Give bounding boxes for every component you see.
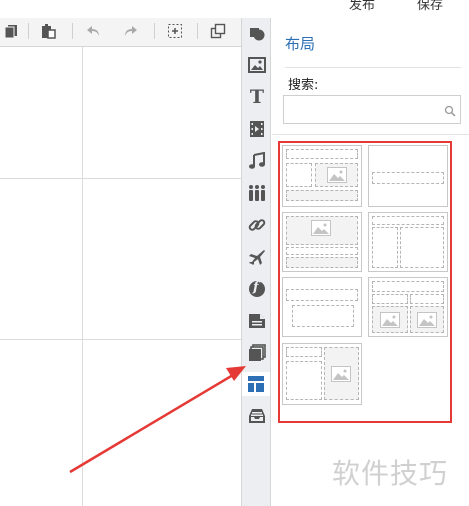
watermark: 软件技巧 — [332, 457, 449, 490]
annotation-arrow — [69, 366, 246, 474]
